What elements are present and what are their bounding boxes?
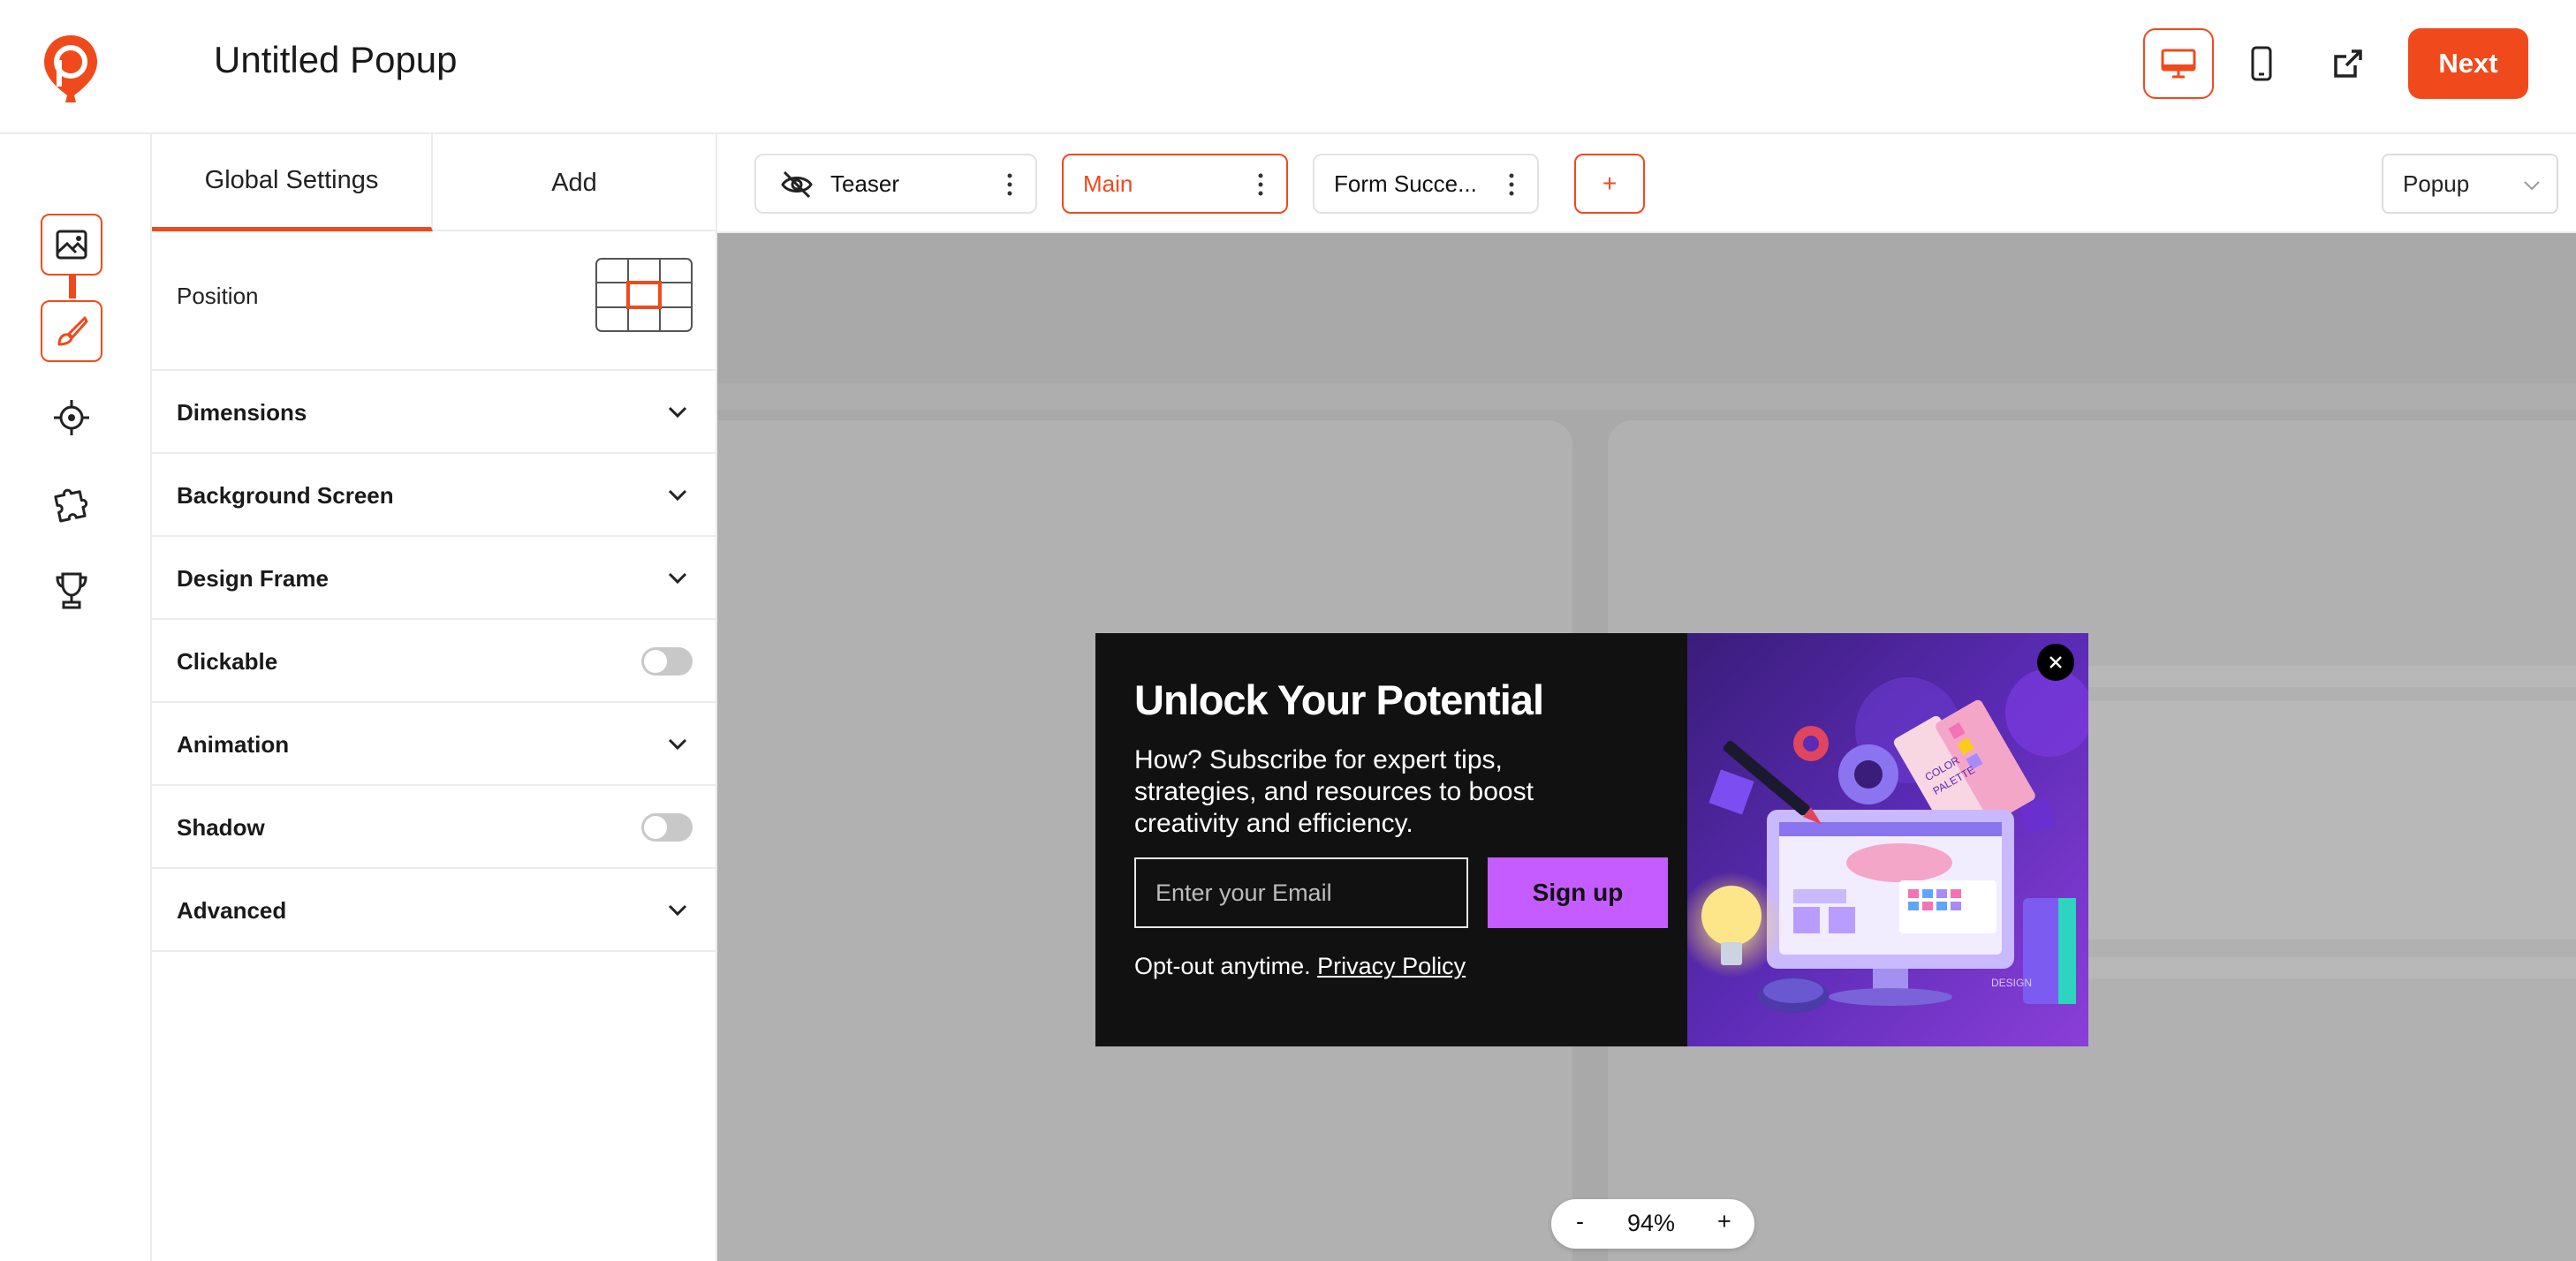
balloon-p-logo-icon[interactable] (41, 34, 101, 108)
placeholder-block (2078, 701, 2576, 940)
section-label: Shadow (177, 813, 265, 841)
section-clickable: Clickable (152, 620, 716, 703)
step-label: Teaser (830, 170, 900, 197)
header: Untitled Popup Next (0, 0, 2576, 134)
section-label: Animation (177, 730, 290, 758)
next-button[interactable]: Next (2408, 28, 2528, 99)
kebab-menu-icon[interactable] (1256, 171, 1265, 198)
section-advanced[interactable]: Advanced (152, 869, 716, 952)
external-link-icon (2334, 49, 2362, 78)
app: Untitled Popup Next Global Settings Add … (0, 0, 2576, 1261)
privacy-policy-link[interactable]: Privacy Policy (1317, 953, 1466, 979)
optout-label: Opt-out anytime. (1134, 953, 1311, 979)
chevron-down-icon (668, 406, 687, 419)
section-label: Clickable (177, 647, 278, 675)
desktop-icon (2161, 49, 2196, 79)
step-tab-teaser[interactable]: Teaser (754, 154, 1037, 214)
chevron-down-icon (2524, 181, 2540, 191)
step-label: Main (1083, 170, 1133, 197)
placeholder-block (717, 383, 2576, 410)
step-tab-form-success[interactable]: Form Succe... (1313, 154, 1539, 214)
step-label: Form Succe... (1334, 170, 1477, 197)
target-icon (54, 400, 89, 435)
zoom-in-button[interactable]: + (1717, 1208, 1731, 1235)
popup-body-text[interactable]: How? Subscribe for expert tips, strategi… (1134, 744, 1629, 840)
close-button[interactable] (2037, 644, 2074, 681)
section-design-frame[interactable]: Design Frame (152, 537, 716, 620)
creative-illustration: COLOR PALETTE DESIGN (1687, 633, 2088, 1046)
brush-icon (57, 316, 88, 346)
clickable-toggle[interactable] (641, 647, 693, 676)
rail-targeting-button[interactable] (41, 387, 102, 449)
kebab-menu-icon[interactable] (1005, 171, 1014, 198)
tab-add[interactable]: Add (433, 134, 716, 231)
section-animation[interactable]: Animation (152, 703, 716, 786)
design-label: DESIGN (1991, 977, 2032, 989)
eye-off-icon (781, 170, 813, 199)
close-icon (2049, 656, 2062, 668)
zoom-out-button[interactable]: - (1576, 1208, 1584, 1235)
chevron-down-icon (668, 572, 687, 585)
zoom-level: 94% (1627, 1210, 1676, 1236)
section-label: Background Screen (177, 481, 394, 509)
page-title[interactable]: Untitled Popup (214, 39, 458, 81)
position-label: Position (177, 283, 259, 309)
puzzle-icon (54, 488, 88, 523)
section-label: Advanced (177, 896, 287, 924)
signup-button[interactable]: Sign up (1488, 857, 1668, 928)
rail-integrations-button[interactable] (41, 473, 102, 535)
optout-text[interactable]: Opt-out anytime. Privacy Policy (1134, 953, 1466, 980)
zoom-control: - 94% + (1551, 1199, 1754, 1249)
position-grid[interactable] (595, 258, 693, 332)
section-background-screen[interactable]: Background Screen (152, 454, 716, 537)
placeholder-block (2078, 666, 2576, 687)
chevron-down-icon (668, 489, 687, 502)
popup-heading[interactable]: Unlock Your Potential (1134, 676, 1544, 724)
mobile-icon (2251, 46, 2272, 81)
email-input[interactable] (1134, 857, 1468, 928)
rail-design-button[interactable] (41, 300, 102, 362)
select-value: Popup (2403, 170, 2470, 197)
rail-connector (69, 276, 76, 298)
section-shadow: Shadow (152, 786, 716, 869)
rail-goals-button[interactable] (41, 560, 102, 622)
step-tabs-bar: Teaser Main Form Succe... + Popup (717, 134, 2576, 233)
shadow-toggle[interactable] (641, 813, 693, 842)
popup-preview[interactable]: Unlock Your Potential How? Subscribe for… (1095, 633, 2088, 1046)
chevron-down-icon (668, 904, 687, 917)
section-label: Design Frame (177, 564, 329, 592)
preview-button[interactable] (2313, 28, 2383, 99)
tab-global-settings[interactable]: Global Settings (152, 134, 433, 231)
mobile-view-button[interactable] (2226, 28, 2297, 99)
section-dimensions[interactable]: Dimensions (152, 371, 716, 454)
add-step-button[interactable]: + (1574, 154, 1645, 214)
left-rail (0, 134, 152, 1261)
chevron-down-icon (668, 738, 687, 751)
kebab-menu-icon[interactable] (1507, 171, 1516, 198)
image-icon (56, 230, 87, 260)
section-label: Dimensions (177, 398, 307, 426)
desktop-view-button[interactable] (2143, 28, 2214, 99)
mouse-icon (1758, 978, 1829, 1013)
placeholder-block (2078, 957, 2576, 978)
panel-tabs: Global Settings Add (152, 134, 716, 231)
rail-image-button[interactable] (41, 214, 102, 276)
popup-type-select[interactable]: Popup (2382, 154, 2558, 214)
trophy-icon (56, 572, 87, 609)
step-tab-main[interactable]: Main (1062, 154, 1288, 214)
